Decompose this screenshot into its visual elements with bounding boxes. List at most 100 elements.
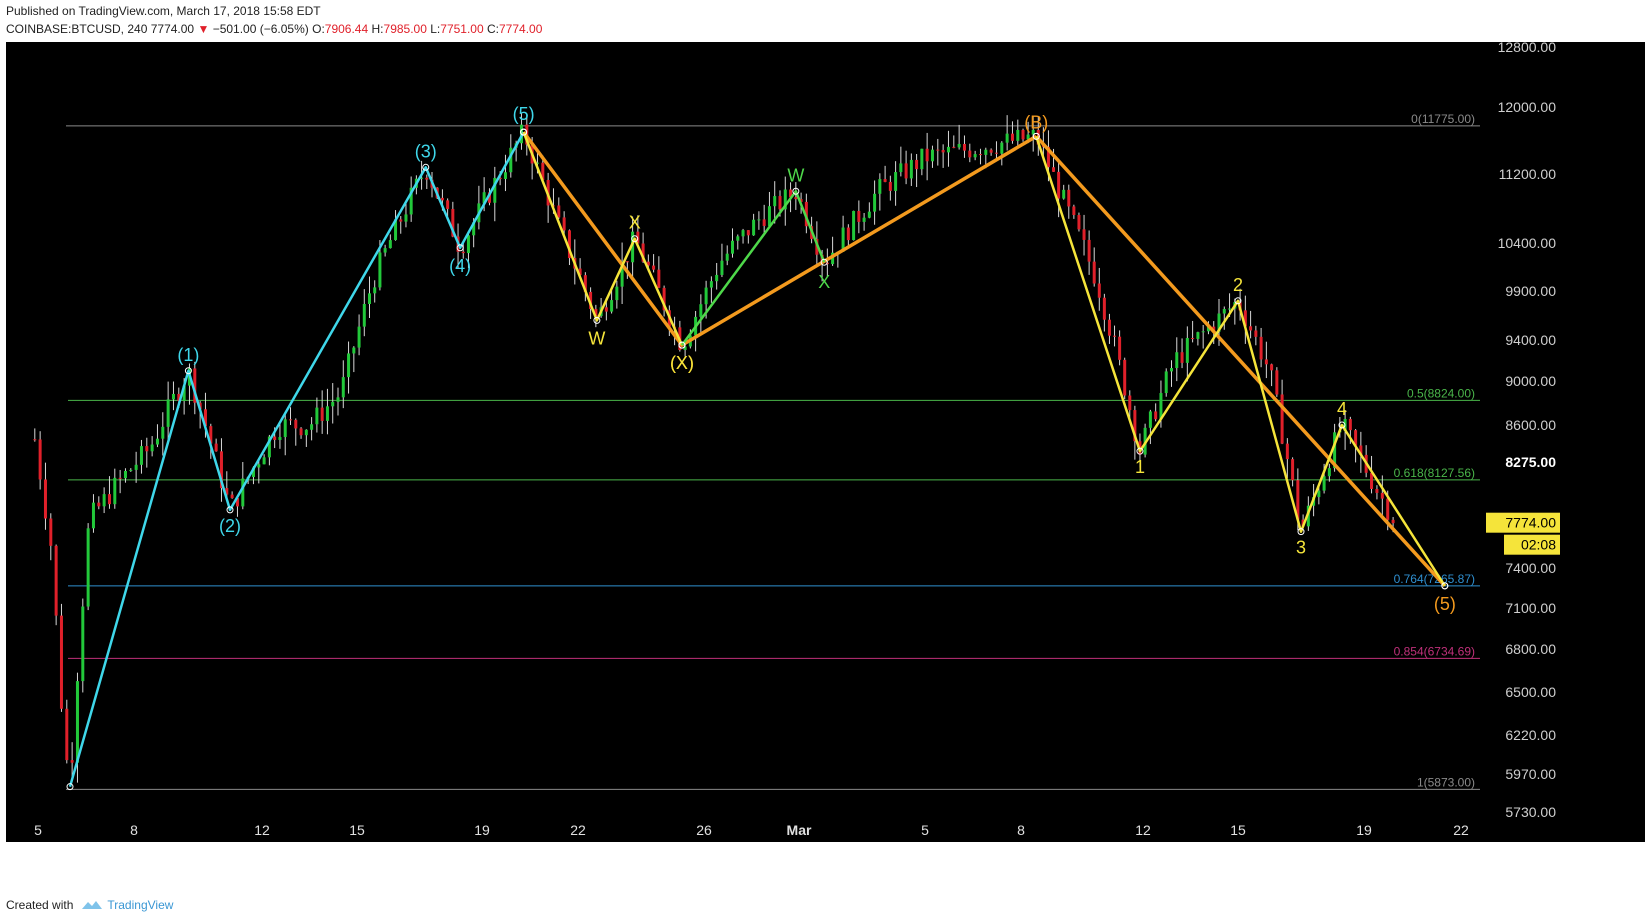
candle-body (1062, 189, 1066, 199)
candle-body (1107, 319, 1111, 336)
price-tick-label: 9000.00 (1505, 373, 1556, 389)
wave-label: (1) (177, 345, 199, 365)
candle-body (86, 528, 90, 607)
wave-label: 2 (1233, 275, 1243, 295)
candle-body (75, 681, 79, 763)
candle-body (909, 159, 913, 179)
candle-body (1128, 395, 1132, 411)
candle-body (1380, 492, 1384, 499)
fib-label: 0.854(6734.69) (1394, 644, 1475, 658)
candle-body (425, 177, 429, 180)
candle-body (1052, 167, 1056, 172)
candle-body (1327, 468, 1331, 477)
candle-body (49, 518, 53, 546)
candle-body (145, 446, 149, 452)
candle-body (1067, 189, 1071, 207)
candle-body (725, 253, 729, 261)
candle-body (1291, 459, 1295, 481)
candle-body (1185, 338, 1189, 363)
wave-label: (4) (449, 256, 471, 276)
candle-body (736, 236, 740, 241)
candle-body (615, 286, 619, 301)
wave-label: (3) (415, 141, 437, 161)
candle-body (1275, 370, 1279, 395)
time-tick-label: 8 (1017, 822, 1025, 838)
candle-body (746, 230, 750, 236)
candle-body (867, 211, 871, 218)
candle-body (171, 393, 175, 400)
candle-body (388, 240, 392, 249)
candle-body (946, 146, 950, 153)
candle-body (283, 419, 287, 438)
candle-body (1102, 297, 1106, 320)
price-chart[interactable]: 0(11775.00)0.5(8824.00)0.618(8127.56)0.7… (0, 0, 1651, 923)
candle-body (352, 347, 356, 354)
time-tick-label: 15 (349, 822, 365, 838)
candle-body (1057, 171, 1061, 199)
fib-label: 0(11775.00) (1411, 112, 1475, 126)
wave-label: (5) (1434, 594, 1456, 614)
wave-label: X (818, 272, 830, 292)
candle-body (440, 197, 444, 201)
candle-body (773, 196, 777, 207)
candle-body (262, 457, 266, 465)
candle-body (347, 353, 351, 378)
candle-body (118, 477, 122, 479)
candle-body (794, 197, 798, 200)
candle-body (70, 760, 74, 763)
candle-body (625, 261, 629, 263)
candle-body (610, 300, 614, 312)
candle-body (904, 163, 908, 179)
candle-body (1270, 364, 1274, 371)
price-tick-label: 9900.00 (1505, 283, 1556, 299)
candle-body (466, 235, 470, 254)
candle-body (102, 494, 106, 507)
candle-body (230, 494, 234, 499)
price-tick-label: 12000.00 (1498, 99, 1557, 115)
candle-body (1175, 352, 1179, 369)
candle-body (1113, 335, 1117, 337)
candle-body (920, 148, 924, 170)
candle-body (604, 307, 608, 312)
candle-body (43, 479, 47, 519)
candle-body (1375, 488, 1379, 493)
candle-body (1386, 498, 1390, 520)
candle-body (1196, 332, 1200, 339)
time-tick-label: 22 (1453, 822, 1469, 838)
candle-body (299, 428, 303, 436)
candle-body (241, 478, 245, 507)
time-tick-label: 26 (696, 822, 712, 838)
wave-label: (X) (670, 353, 694, 373)
wave-label: 4 (1337, 399, 1347, 419)
candle-body (1170, 368, 1173, 372)
candle-body (1322, 476, 1326, 491)
tradingview-link[interactable]: TradingView (107, 898, 173, 912)
candle-body (257, 464, 261, 468)
candle-body (91, 502, 95, 529)
candle-body (1092, 261, 1096, 284)
candle-body (557, 205, 561, 218)
candle-body (315, 407, 319, 425)
candle-body (962, 143, 966, 151)
candle-body (994, 152, 998, 154)
wave-label: 1 (1135, 457, 1145, 477)
candle-body (894, 172, 898, 191)
candle-body (1317, 490, 1321, 498)
candle-body (968, 150, 972, 158)
time-tick-label: Mar (787, 822, 812, 838)
price-tick-label: 11200.00 (1499, 166, 1557, 182)
candle-body (273, 436, 277, 440)
candle-body (278, 437, 282, 440)
candle-body (1249, 326, 1253, 331)
candle-body (857, 210, 861, 222)
candle-body (883, 179, 887, 182)
tradingview-logo-icon (82, 901, 103, 909)
time-tick-label: 19 (1356, 822, 1372, 838)
candle-body (984, 149, 988, 155)
candle-body (709, 281, 713, 288)
wave-label: (5) (513, 104, 535, 124)
candle-body (1077, 215, 1081, 230)
time-tick-label: 15 (1230, 822, 1246, 838)
price-tick-label: 8600.00 (1505, 417, 1556, 433)
candle-body (888, 181, 892, 191)
